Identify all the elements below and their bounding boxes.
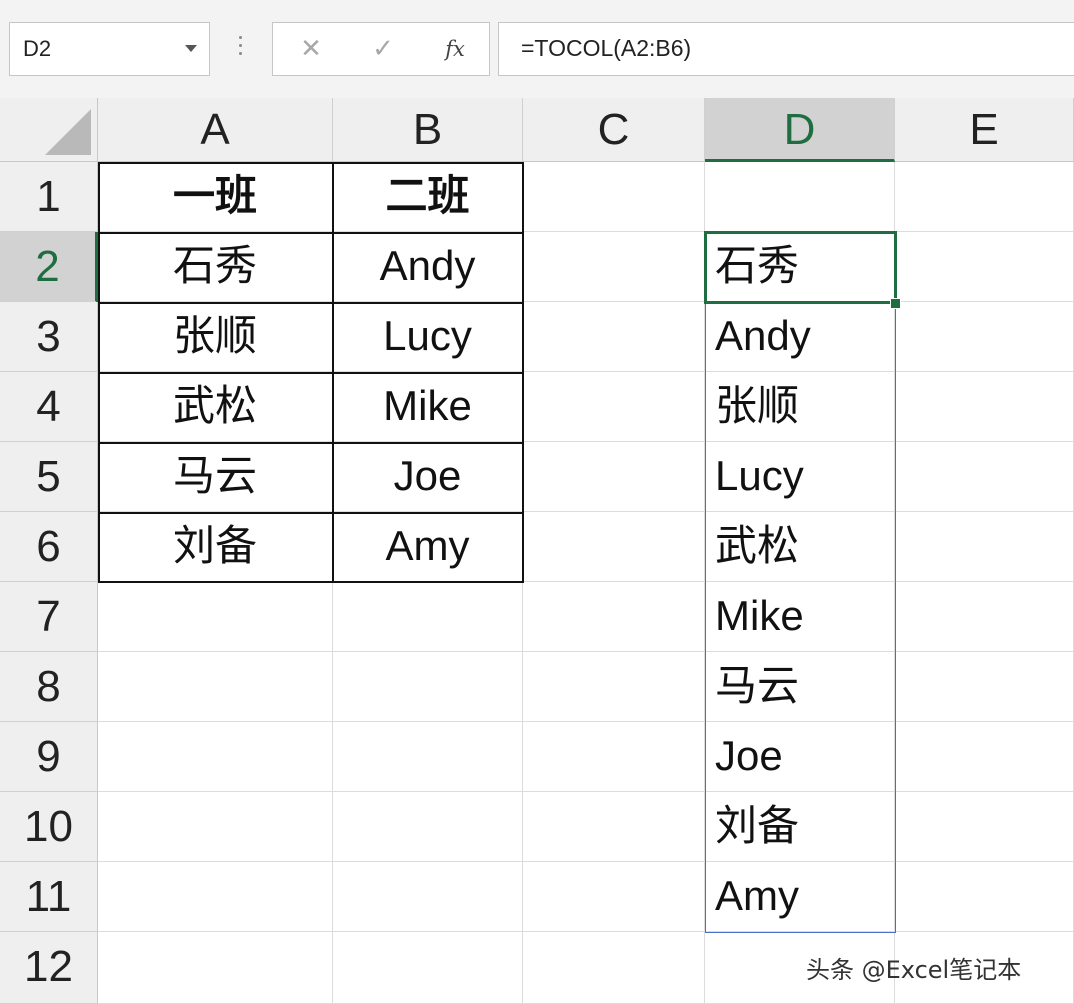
- cell-d1[interactable]: [705, 162, 895, 232]
- table-divider: [98, 442, 524, 444]
- enter-icon[interactable]: ✓: [363, 33, 403, 65]
- cell-b9[interactable]: [333, 722, 523, 792]
- cell-d2[interactable]: 石秀: [705, 232, 895, 302]
- cell-d3[interactable]: Andy: [705, 302, 895, 372]
- cell-a11[interactable]: [98, 862, 333, 932]
- cell-d6[interactable]: 武松: [705, 512, 895, 582]
- cell-c12[interactable]: [523, 932, 705, 1004]
- column-header-e[interactable]: E: [895, 98, 1074, 162]
- row-selection-marker: [96, 232, 98, 302]
- table-divider: [98, 372, 524, 374]
- column-header-c[interactable]: C: [523, 98, 705, 162]
- column-header-b[interactable]: B: [333, 98, 523, 162]
- row-header-1[interactable]: 1: [0, 162, 98, 232]
- cell-b6[interactable]: Amy: [333, 512, 523, 582]
- row-header-2[interactable]: 2: [0, 232, 98, 302]
- row-header-3[interactable]: 3: [0, 302, 98, 372]
- cell-c4[interactable]: [523, 372, 705, 442]
- cell-c9[interactable]: [523, 722, 705, 792]
- formula-buttons: ✕ ✓ fx: [272, 22, 490, 76]
- cell-e3[interactable]: [895, 302, 1074, 372]
- cell-a6[interactable]: 刘备: [98, 512, 333, 582]
- cell-d5[interactable]: Lucy: [705, 442, 895, 512]
- cell-c7[interactable]: [523, 582, 705, 652]
- row-header-9[interactable]: 9: [0, 722, 98, 792]
- table-divider: [98, 512, 524, 514]
- cell-e2[interactable]: [895, 232, 1074, 302]
- cell-e6[interactable]: [895, 512, 1074, 582]
- column-header-a[interactable]: A: [98, 98, 333, 162]
- row-header-4[interactable]: 4: [0, 372, 98, 442]
- cell-a5[interactable]: 马云: [98, 442, 333, 512]
- cell-e7[interactable]: [895, 582, 1074, 652]
- cell-b4[interactable]: Mike: [333, 372, 523, 442]
- cell-e11[interactable]: [895, 862, 1074, 932]
- cell-a7[interactable]: [98, 582, 333, 652]
- cell-d4[interactable]: 张顺: [705, 372, 895, 442]
- table-divider: [98, 302, 524, 304]
- watermark: 头条 @Excel笔记本: [806, 956, 1022, 984]
- row-header-10[interactable]: 10: [0, 792, 98, 862]
- cell-e8[interactable]: [895, 652, 1074, 722]
- cell-a12[interactable]: [98, 932, 333, 1004]
- cell-e4[interactable]: [895, 372, 1074, 442]
- cell-b5[interactable]: Joe: [333, 442, 523, 512]
- cell-d11[interactable]: Amy: [705, 862, 895, 932]
- cell-d7[interactable]: Mike: [705, 582, 895, 652]
- cell-e10[interactable]: [895, 792, 1074, 862]
- fill-handle[interactable]: [890, 298, 901, 309]
- cell-b11[interactable]: [333, 862, 523, 932]
- row-header-12[interactable]: 12: [0, 932, 98, 1004]
- chevron-down-icon[interactable]: [185, 45, 197, 52]
- cell-e1[interactable]: [895, 162, 1074, 232]
- cell-b10[interactable]: [333, 792, 523, 862]
- cell-a8[interactable]: [98, 652, 333, 722]
- cancel-icon[interactable]: ✕: [291, 33, 331, 65]
- cell-d9[interactable]: Joe: [705, 722, 895, 792]
- cell-b8[interactable]: [333, 652, 523, 722]
- more-options-icon[interactable]: [239, 36, 243, 60]
- cell-c10[interactable]: [523, 792, 705, 862]
- cell-d10[interactable]: 刘备: [705, 792, 895, 862]
- column-header-d[interactable]: D: [705, 98, 895, 162]
- insert-function-icon[interactable]: fx: [435, 33, 475, 65]
- select-all-button[interactable]: [0, 98, 98, 162]
- cell-d8[interactable]: 马云: [705, 652, 895, 722]
- cell-a3[interactable]: 张顺: [98, 302, 333, 372]
- formula-text: =TOCOL(A2:B6): [521, 35, 692, 61]
- row-header-8[interactable]: 8: [0, 652, 98, 722]
- cell-b12[interactable]: [333, 932, 523, 1004]
- cell-c3[interactable]: [523, 302, 705, 372]
- row-header-6[interactable]: 6: [0, 512, 98, 582]
- name-box[interactable]: D2: [9, 22, 210, 76]
- cell-c6[interactable]: [523, 512, 705, 582]
- cell-a4[interactable]: 武松: [98, 372, 333, 442]
- formula-input[interactable]: =TOCOL(A2:B6): [498, 22, 1074, 76]
- cell-c2[interactable]: [523, 232, 705, 302]
- cell-e9[interactable]: [895, 722, 1074, 792]
- formula-bar-area: D2 ✕ ✓ fx =TOCOL(A2:B6): [0, 0, 1074, 100]
- cell-c1[interactable]: [523, 162, 705, 232]
- cell-a1[interactable]: 一班: [98, 162, 333, 232]
- cell-b3[interactable]: Lucy: [333, 302, 523, 372]
- name-box-value: D2: [23, 36, 52, 61]
- row-header-5[interactable]: 5: [0, 442, 98, 512]
- cell-b1[interactable]: 二班: [333, 162, 523, 232]
- cell-c11[interactable]: [523, 862, 705, 932]
- cell-a10[interactable]: [98, 792, 333, 862]
- cell-a9[interactable]: [98, 722, 333, 792]
- cell-b7[interactable]: [333, 582, 523, 652]
- cell-b2[interactable]: Andy: [333, 232, 523, 302]
- cell-a2[interactable]: 石秀: [98, 232, 333, 302]
- row-header-11[interactable]: 11: [0, 862, 98, 932]
- cell-c8[interactable]: [523, 652, 705, 722]
- cell-c5[interactable]: [523, 442, 705, 512]
- table-divider: [98, 232, 524, 234]
- cell-e5[interactable]: [895, 442, 1074, 512]
- row-header-7[interactable]: 7: [0, 582, 98, 652]
